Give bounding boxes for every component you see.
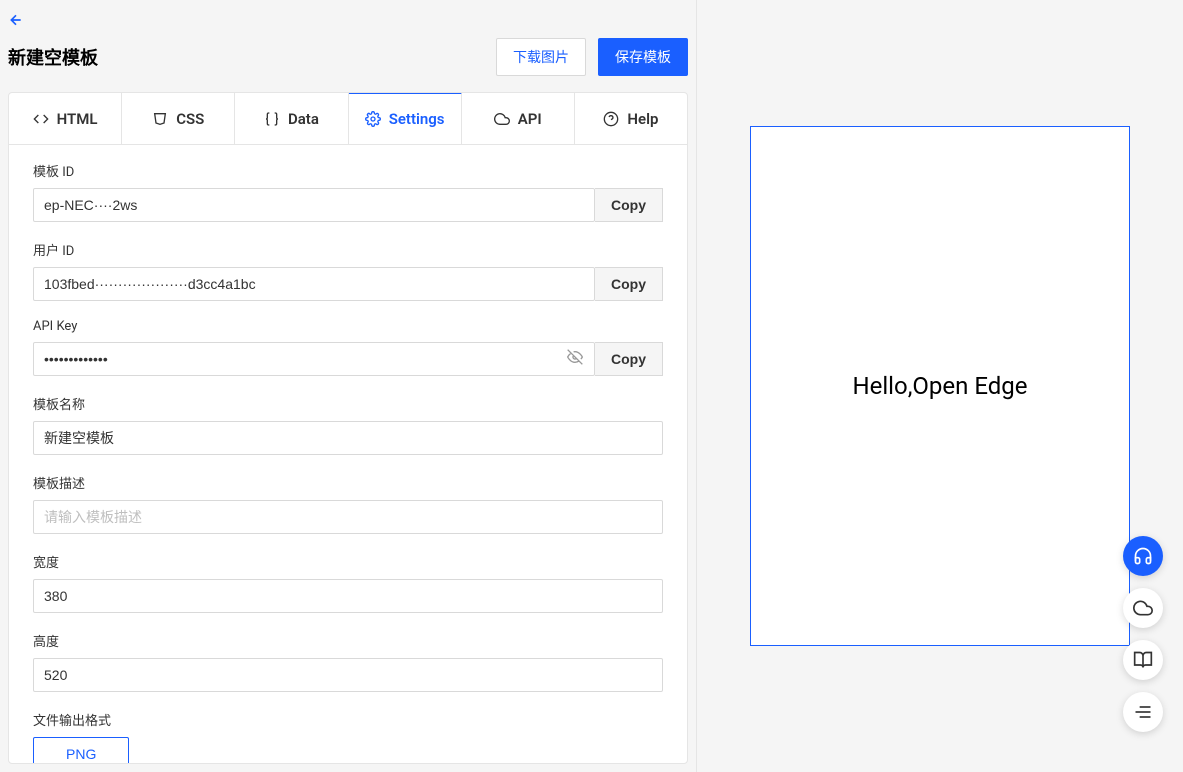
field-output-format: 文件输出格式 PNG bbox=[33, 710, 663, 763]
field-template-desc: 模板描述 bbox=[33, 473, 663, 534]
height-label: 高度 bbox=[33, 631, 663, 650]
tab-label: HTML bbox=[57, 110, 98, 128]
user-id-input[interactable] bbox=[33, 267, 595, 301]
template-name-input[interactable] bbox=[33, 421, 663, 455]
list-button[interactable] bbox=[1123, 692, 1163, 732]
code-icon bbox=[33, 111, 49, 127]
tab-settings[interactable]: Settings bbox=[349, 92, 462, 144]
tabs: HTML CSS Data Settings bbox=[9, 93, 687, 145]
tab-api[interactable]: API bbox=[462, 93, 575, 144]
css-icon bbox=[152, 111, 168, 127]
settings-form: 模板 ID Copy 用户 ID Copy API Key bbox=[9, 145, 687, 763]
tab-label: API bbox=[518, 110, 542, 128]
tab-label: CSS bbox=[176, 110, 204, 128]
tab-label: Settings bbox=[389, 110, 445, 128]
tab-html[interactable]: HTML bbox=[9, 93, 122, 144]
float-buttons bbox=[1123, 536, 1163, 732]
output-format-button[interactable]: PNG bbox=[33, 737, 129, 763]
page-title: 新建空模板 bbox=[8, 44, 98, 70]
cloud-icon bbox=[494, 111, 510, 127]
field-template-id: 模板 ID Copy bbox=[33, 161, 663, 222]
header: 新建空模板 下载图片 保存模板 bbox=[8, 8, 688, 92]
docs-button[interactable] bbox=[1123, 640, 1163, 680]
support-button[interactable] bbox=[1123, 536, 1163, 576]
editor-card: HTML CSS Data Settings bbox=[8, 92, 688, 764]
field-height: 高度 bbox=[33, 631, 663, 692]
template-name-label: 模板名称 bbox=[33, 394, 663, 413]
copy-user-id-button[interactable]: Copy bbox=[595, 267, 663, 301]
template-desc-input[interactable] bbox=[33, 500, 663, 534]
height-input[interactable] bbox=[33, 658, 663, 692]
api-key-input[interactable] bbox=[33, 342, 595, 376]
help-icon bbox=[603, 111, 619, 127]
preview-panel: Hello,Open Edge bbox=[697, 0, 1183, 772]
copy-template-id-button[interactable]: Copy bbox=[595, 188, 663, 222]
header-buttons: 下载图片 保存模板 bbox=[496, 38, 688, 76]
eye-off-icon[interactable] bbox=[567, 349, 583, 369]
template-id-input[interactable] bbox=[33, 188, 595, 222]
api-key-label: API Key bbox=[33, 319, 663, 334]
field-template-name: 模板名称 bbox=[33, 394, 663, 455]
tab-label: Help bbox=[627, 110, 658, 128]
width-label: 宽度 bbox=[33, 552, 663, 571]
tab-data[interactable]: Data bbox=[235, 93, 348, 144]
tab-help[interactable]: Help bbox=[575, 93, 687, 144]
braces-icon bbox=[264, 111, 280, 127]
save-template-button[interactable]: 保存模板 bbox=[598, 38, 688, 76]
template-id-label: 模板 ID bbox=[33, 161, 663, 180]
field-api-key: API Key Copy bbox=[33, 319, 663, 376]
copy-api-key-button[interactable]: Copy bbox=[595, 342, 663, 376]
user-id-label: 用户 ID bbox=[33, 240, 663, 259]
download-image-button[interactable]: 下载图片 bbox=[496, 38, 586, 76]
field-width: 宽度 bbox=[33, 552, 663, 613]
tab-css[interactable]: CSS bbox=[122, 93, 235, 144]
cloud-button[interactable] bbox=[1123, 588, 1163, 628]
template-desc-label: 模板描述 bbox=[33, 473, 663, 492]
left-panel: 新建空模板 下载图片 保存模板 HTML CSS bbox=[0, 0, 697, 772]
gear-icon bbox=[365, 111, 381, 127]
preview-canvas: Hello,Open Edge bbox=[750, 126, 1130, 646]
back-button[interactable] bbox=[8, 12, 24, 38]
width-input[interactable] bbox=[33, 579, 663, 613]
output-format-label: 文件输出格式 bbox=[33, 710, 663, 729]
preview-text: Hello,Open Edge bbox=[852, 372, 1027, 400]
field-user-id: 用户 ID Copy bbox=[33, 240, 663, 301]
tab-label: Data bbox=[288, 110, 319, 128]
